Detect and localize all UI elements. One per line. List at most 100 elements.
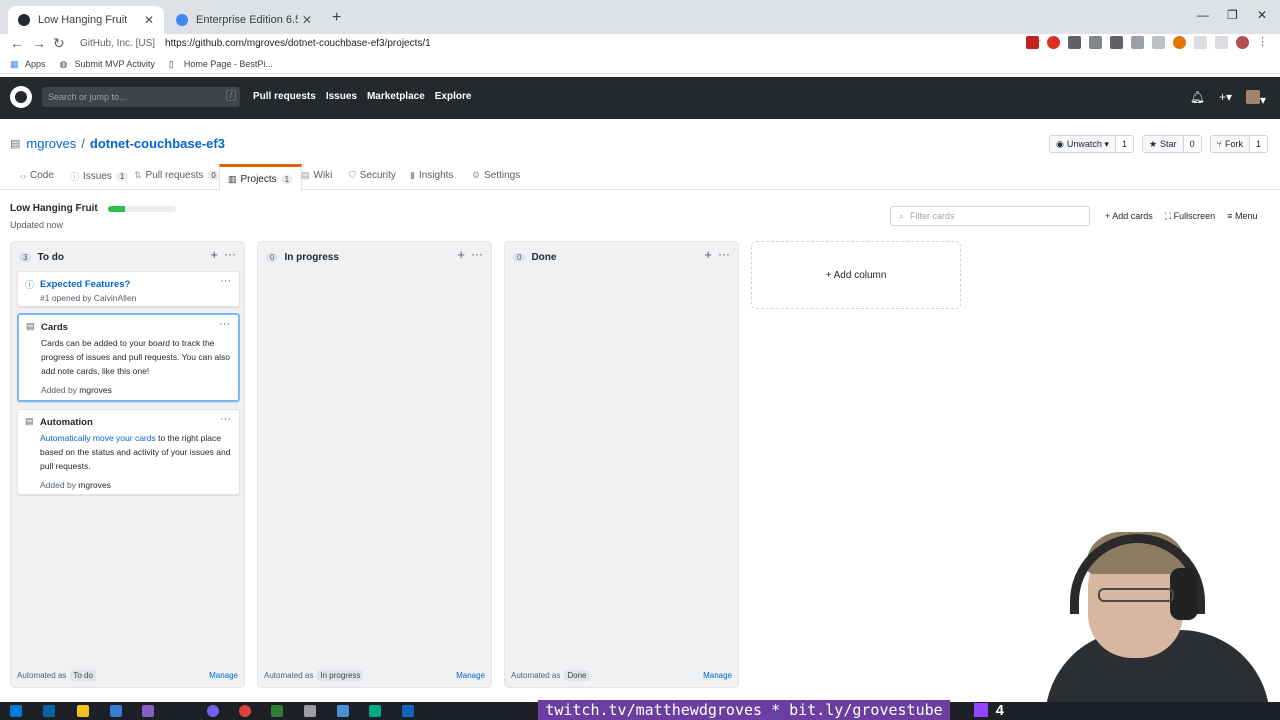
settings-icon[interactable] <box>304 705 316 717</box>
manage-automation-link[interactable]: Manage <box>456 671 485 680</box>
maximize-icon[interactable]: ❐ <box>1227 8 1238 22</box>
back-icon[interactable]: ← <box>10 35 24 51</box>
tab-code[interactable]: ‹› Code <box>20 170 54 181</box>
bookmark-submit-mvp[interactable]: ◍ Submit MVP Activity <box>60 59 155 69</box>
apps-grid-icon: ▦ <box>10 58 19 69</box>
shield-icon: ⛉ <box>349 170 356 180</box>
column-count-badge: 0 <box>513 252 526 262</box>
add-card-plus-icon[interactable]: + <box>210 247 218 262</box>
user-avatar[interactable]: ▾ <box>1245 90 1266 107</box>
fork-count[interactable]: 1 <box>1249 136 1267 152</box>
added-by-user[interactable]: mgroves <box>79 385 112 395</box>
notepad-icon[interactable] <box>271 705 283 717</box>
projects-count-badge: 1 <box>280 174 294 184</box>
app-icon[interactable] <box>337 705 349 717</box>
watch-count[interactable]: 1 <box>1115 136 1133 152</box>
tab-wiki[interactable]: ▤ Wiki <box>301 170 332 181</box>
add-card-plus-icon[interactable]: + <box>457 247 465 262</box>
manage-automation-link[interactable]: Manage <box>703 671 732 680</box>
close-tab-icon[interactable]: ✕ <box>302 13 312 27</box>
close-window-icon[interactable]: ✕ <box>1257 8 1267 22</box>
powershell-icon[interactable] <box>110 705 122 717</box>
repo-actions: ◉ Unwatch ▾ 1 ★ Star 0 ⑂ Fork 1 <box>1049 135 1268 153</box>
extension-icon[interactable] <box>1068 36 1081 49</box>
extension-icon[interactable] <box>1173 36 1186 49</box>
tab-pull-requests[interactable]: ⇅ Pull requests 0 <box>134 170 220 181</box>
card-menu-icon[interactable]: ··· <box>219 318 230 330</box>
address-bar[interactable]: GitHub, Inc. [US] https://github.com/mgr… <box>80 34 1050 52</box>
app-icon[interactable] <box>369 705 381 717</box>
chrome-icon[interactable] <box>239 705 251 717</box>
fork-button[interactable]: ⑂ Fork <box>1210 136 1250 152</box>
extension-icon[interactable] <box>1215 36 1228 49</box>
pull-request-icon: ⇅ <box>134 170 142 180</box>
star-icon: ★ <box>1148 138 1158 149</box>
forward-icon[interactable]: → <box>32 35 46 51</box>
browser-tab-low-hanging-fruit[interactable]: Low Hanging Fruit ✕ <box>8 6 164 34</box>
column-menu-icon[interactable]: ··· <box>471 247 483 261</box>
browser-tab-enterprise-edition[interactable]: Enterprise Edition 6.5.0 build 35 ✕ <box>166 6 322 34</box>
tab-settings[interactable]: ⚙ Settings <box>472 170 520 181</box>
watch-button[interactable]: ◉ Unwatch ▾ <box>1050 136 1116 152</box>
close-tab-icon[interactable]: ✕ <box>144 13 154 27</box>
github-logo-icon[interactable] <box>10 86 32 108</box>
app-icon[interactable] <box>402 705 414 717</box>
manage-automation-link[interactable]: Manage <box>209 671 238 680</box>
extension-icon[interactable] <box>1110 36 1123 49</box>
extension-icon[interactable] <box>1152 36 1165 49</box>
column-menu-icon[interactable]: ··· <box>718 247 730 261</box>
outlook-icon[interactable] <box>43 705 55 717</box>
watch-button-group: ◉ Unwatch ▾ 1 <box>1049 135 1134 153</box>
extension-icon[interactable] <box>1089 36 1102 49</box>
search-placeholder: Search or jump to... <box>48 92 127 102</box>
menu-button[interactable]: ≡ Menu <box>1227 211 1257 222</box>
nav-explore[interactable]: Explore <box>435 91 472 102</box>
create-new-plus-icon[interactable]: +▾ <box>1219 90 1232 107</box>
tab-security[interactable]: ⛉ Security <box>349 170 396 181</box>
repo-name-link[interactable]: dotnet-couchbase-ef3 <box>90 136 225 151</box>
windows-start-icon[interactable] <box>10 705 22 717</box>
star-count[interactable]: 0 <box>1183 136 1201 152</box>
nav-pull-requests[interactable]: Pull requests <box>253 91 316 102</box>
fullscreen-button[interactable]: ⛶ Fullscreen <box>1165 211 1215 222</box>
add-cards-button[interactable]: + Add cards <box>1105 211 1153 222</box>
card-menu-icon[interactable]: ··· <box>220 275 231 287</box>
project-title: Low Hanging Fruit <box>10 203 176 214</box>
search-input[interactable]: Search or jump to... / <box>42 87 240 107</box>
card-title[interactable]: Expected Features? <box>40 278 231 292</box>
tab-projects[interactable]: ▥ Projects 1 <box>219 164 303 191</box>
column-menu-icon[interactable]: ··· <box>224 247 236 261</box>
file-explorer-icon[interactable] <box>77 705 89 717</box>
extension-icon[interactable] <box>1131 36 1144 49</box>
add-column-button[interactable]: + Add column <box>751 241 961 309</box>
nav-issues[interactable]: Issues <box>326 91 357 102</box>
extension-icon[interactable] <box>1026 36 1039 49</box>
card-note-automation[interactable]: ▤ ··· Automation Automatically move your… <box>17 409 240 495</box>
nav-marketplace[interactable]: Marketplace <box>367 91 425 102</box>
notifications-bell-icon[interactable]: 🔔︎ <box>1190 90 1205 107</box>
card-menu-icon[interactable]: ··· <box>220 413 231 425</box>
project-name[interactable]: Low Hanging Fruit <box>10 203 98 214</box>
extension-icon[interactable] <box>1047 36 1060 49</box>
add-card-plus-icon[interactable]: + <box>704 247 712 262</box>
tab-issues[interactable]: ⓘ Issues 1 <box>70 170 129 183</box>
visual-studio-icon[interactable] <box>142 705 154 717</box>
minimize-icon[interactable]: — <box>1197 8 1209 22</box>
repo-owner-link[interactable]: mgroves <box>26 136 76 151</box>
automation-link[interactable]: Automatically move your cards <box>40 433 156 443</box>
tab-label: Wiki <box>313 170 333 181</box>
card-note-cards[interactable]: ▤ ··· Cards Cards can be added to your b… <box>17 313 240 402</box>
reload-icon[interactable]: ↻ <box>53 35 65 52</box>
star-button[interactable]: ★ Star <box>1142 136 1184 152</box>
viber-icon[interactable] <box>207 705 219 717</box>
added-by-user[interactable]: mgroves <box>78 480 111 490</box>
profile-avatar-icon[interactable] <box>1236 36 1249 49</box>
new-tab-icon[interactable]: + <box>332 9 341 27</box>
bookmark-apps[interactable]: ▦ Apps <box>10 59 46 69</box>
filter-cards-input[interactable]: ⌕ Filter cards <box>890 206 1090 226</box>
extension-icon[interactable] <box>1194 36 1207 49</box>
tab-insights[interactable]: ▮ Insights <box>410 170 453 181</box>
chrome-menu-icon[interactable]: ⋮ <box>1257 36 1270 49</box>
bookmark-home-page[interactable]: ▯ Home Page - BestPi... <box>169 59 273 69</box>
card-expected-features[interactable]: ⓘ ··· Expected Features? #1 opened by Ca… <box>17 271 240 307</box>
